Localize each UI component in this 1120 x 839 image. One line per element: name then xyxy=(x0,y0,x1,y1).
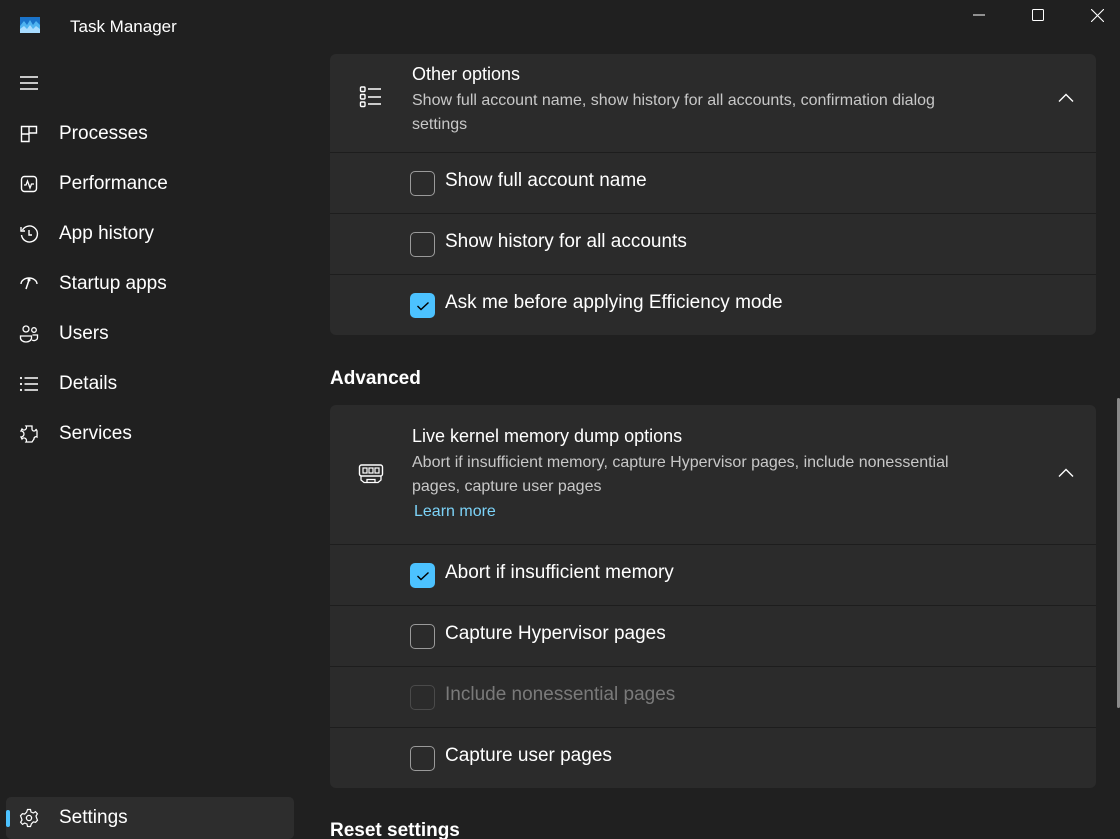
reset-settings-heading: Reset settings xyxy=(330,820,460,839)
kernel-dump-description: Abort if insufficient memory, capture Hy… xyxy=(412,454,949,495)
maximize-icon xyxy=(1032,9,1044,21)
settings-content: Other options Show full account name, sh… xyxy=(330,52,1096,839)
task-manager-window: Task Manager Processes Performance App h… xyxy=(0,0,1120,839)
sidebar-item-label: Services xyxy=(59,423,132,444)
option-row-abort-insufficient-memory: Abort if insufficient memory xyxy=(330,544,1096,605)
sidebar-item-processes[interactable]: Processes xyxy=(6,113,294,155)
processes-icon xyxy=(19,124,39,144)
capture-hypervisor-pages-checkbox[interactable] xyxy=(410,624,435,649)
option-label: Capture Hypervisor pages xyxy=(445,623,666,644)
sidebar-item-services[interactable]: Services xyxy=(6,413,294,455)
sidebar-item-startup-apps[interactable]: Startup apps xyxy=(6,263,294,305)
sidebar-item-settings[interactable]: Settings xyxy=(6,797,294,839)
option-row-ask-efficiency-mode: Ask me before applying Efficiency mode xyxy=(330,274,1096,335)
details-icon xyxy=(19,374,39,394)
list-options-icon xyxy=(358,84,384,110)
show-full-account-name-checkbox[interactable] xyxy=(410,171,435,196)
other-options-title: Other options xyxy=(412,64,521,84)
option-label: Abort if insufficient memory xyxy=(445,562,674,583)
services-icon xyxy=(19,424,39,444)
option-label: Capture user pages xyxy=(445,745,612,766)
sidebar-item-label: Details xyxy=(59,373,118,394)
capture-user-pages-checkbox[interactable] xyxy=(410,746,435,771)
option-label: Ask me before applying Efficiency mode xyxy=(445,292,783,313)
include-nonessential-pages-checkbox xyxy=(410,685,435,710)
learn-more-link[interactable]: Learn more xyxy=(414,503,496,521)
users-icon xyxy=(19,324,39,344)
sidebar-item-label: Settings xyxy=(59,807,128,828)
option-row-include-nonessential-pages: Include nonessential pages xyxy=(330,666,1096,727)
startup-apps-icon xyxy=(19,274,39,294)
checkmark-icon xyxy=(416,571,429,580)
sidebar-item-label: Startup apps xyxy=(59,273,167,294)
sidebar-item-label: Users xyxy=(59,323,109,344)
option-label: Show full account name xyxy=(445,170,647,191)
option-row-capture-hypervisor-pages: Capture Hypervisor pages xyxy=(330,605,1096,666)
minimize-icon xyxy=(973,14,985,16)
sidebar-item-users[interactable]: Users xyxy=(6,313,294,355)
option-row-capture-user-pages: Capture user pages xyxy=(330,727,1096,788)
performance-icon xyxy=(19,174,39,194)
other-options-description: Show full account name, show history for… xyxy=(412,92,935,133)
sidebar-item-details[interactable]: Details xyxy=(6,363,294,405)
sidebar-item-label: Performance xyxy=(59,173,168,194)
window-title: Task Manager xyxy=(70,17,177,36)
other-options-header[interactable]: Other options Show full account name, sh… xyxy=(330,54,1096,152)
other-options-card: Other options Show full account name, sh… xyxy=(330,54,1096,335)
title-bar: Task Manager xyxy=(0,0,1120,52)
memory-icon xyxy=(358,461,384,487)
show-history-all-accounts-checkbox[interactable] xyxy=(410,232,435,257)
kernel-dump-header[interactable]: Live kernel memory dump options Abort if… xyxy=(330,405,1096,544)
task-manager-logo-icon xyxy=(20,17,40,33)
maximize-button[interactable] xyxy=(1009,0,1067,30)
checkmark-icon xyxy=(416,301,429,310)
sidebar-item-app-history[interactable]: App history xyxy=(6,213,294,255)
chevron-up-icon xyxy=(1058,93,1074,102)
option-row-show-history-all-accounts: Show history for all accounts xyxy=(330,213,1096,274)
collapse-button[interactable] xyxy=(1054,461,1078,485)
hamburger-menu-button[interactable] xyxy=(18,73,40,93)
option-label: Include nonessential pages xyxy=(445,684,676,705)
close-icon xyxy=(1090,8,1104,22)
app-history-icon xyxy=(19,224,39,244)
collapse-button[interactable] xyxy=(1054,86,1078,110)
option-row-show-full-account-name: Show full account name xyxy=(330,152,1096,213)
active-indicator xyxy=(6,810,10,827)
option-label: Show history for all accounts xyxy=(445,231,687,252)
chevron-up-icon xyxy=(1058,468,1074,477)
abort-insufficient-memory-checkbox[interactable] xyxy=(410,563,435,588)
hamburger-icon xyxy=(20,76,38,90)
kernel-dump-title: Live kernel memory dump options xyxy=(412,426,683,446)
kernel-dump-card: Live kernel memory dump options Abort if… xyxy=(330,405,1096,788)
sidebar-item-label: App history xyxy=(59,223,155,244)
advanced-heading: Advanced xyxy=(330,368,421,389)
close-button[interactable] xyxy=(1068,0,1120,30)
sidebar-item-label: Processes xyxy=(59,123,148,144)
minimize-button[interactable] xyxy=(950,0,1008,30)
gear-icon xyxy=(19,808,39,828)
sidebar-item-performance[interactable]: Performance xyxy=(6,163,294,205)
ask-efficiency-mode-checkbox[interactable] xyxy=(410,293,435,318)
